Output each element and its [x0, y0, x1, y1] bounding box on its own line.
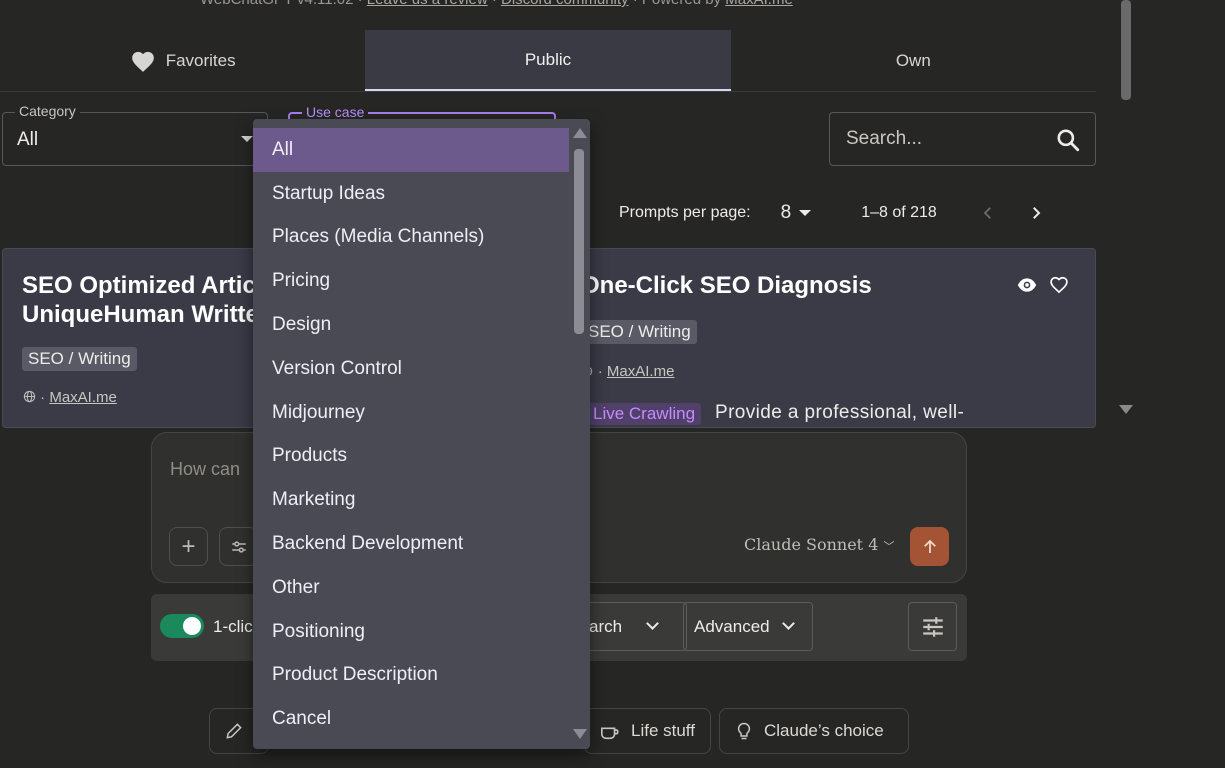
card-description: Provide a professional, well- — [715, 402, 965, 423]
card-meta: · MaxAI.me — [23, 389, 117, 406]
advanced-select[interactable]: Advanced — [683, 602, 813, 651]
arrow-up-icon — [923, 539, 936, 553]
sliders-icon — [231, 540, 246, 553]
usecase-option[interactable]: Cancel — [253, 697, 569, 741]
maxai-link[interactable]: MaxAI.me — [725, 0, 793, 8]
card-actions — [1017, 275, 1069, 295]
pagination: Prompts per page: 8 1–8 of 218 — [619, 202, 1075, 224]
card-title: SEO Optimized Articl UniqueHuman Writte — [22, 272, 263, 328]
settings-button[interactable] — [908, 602, 957, 651]
usecase-option[interactable]: Marketing — [253, 478, 569, 522]
usecase-options: All Startup Ideas Places (Media Channels) P… — [253, 119, 590, 741]
usecase-option[interactable]: Midjourney — [253, 391, 569, 435]
version-text: WebChatGPT v4.11.02 · — [200, 0, 363, 8]
search-placeholder: Search... — [846, 128, 923, 149]
scroll-up-arrow-icon[interactable] — [573, 128, 587, 138]
chat-placeholder: How can — [170, 459, 241, 479]
scrollbar-thumb[interactable] — [1121, 0, 1131, 100]
life-stuff-chip[interactable]: Life stuff — [584, 708, 711, 754]
live-crawling-badge: Live Crawling — [587, 403, 702, 425]
eye-icon[interactable] — [1017, 275, 1037, 295]
usecase-option[interactable]: Positioning — [253, 610, 569, 654]
per-page-select[interactable]: 8 — [781, 202, 792, 224]
scroll-down-arrow-icon[interactable] — [1119, 405, 1133, 414]
usecase-option[interactable]: All — [253, 128, 569, 172]
plus-icon: + — [181, 532, 196, 560]
add-button[interactable]: + — [169, 527, 208, 566]
one-click-toggle[interactable] — [160, 614, 204, 638]
chevron-left-icon[interactable] — [979, 204, 997, 222]
review-link[interactable]: Leave us a review — [367, 0, 488, 8]
page-range: 1–8 of 218 — [861, 204, 937, 221]
author-link[interactable]: MaxAI.me — [607, 363, 675, 380]
menu-scrollbar[interactable] — [569, 119, 590, 749]
chevron-down-icon: ﹀ — [883, 540, 895, 553]
usecase-label: Use case — [302, 104, 369, 120]
tab-public[interactable]: Public — [365, 30, 731, 91]
usecase-option[interactable]: Backend Development — [253, 522, 569, 566]
prompt-tabs: Favorites Public Own — [0, 30, 1096, 92]
page-scrollbar[interactable] — [1119, 0, 1133, 100]
per-page-label: Prompts per page: — [619, 204, 751, 221]
toggle-knob — [183, 617, 201, 635]
globe-icon — [23, 390, 36, 403]
usecase-option[interactable]: Pricing — [253, 259, 569, 303]
search-icon[interactable] — [1055, 127, 1081, 153]
chevron-down-icon — [646, 617, 659, 630]
scrollbar-thumb[interactable] — [574, 149, 584, 334]
claudes-choice-chip[interactable]: Claude’s choice — [719, 708, 909, 754]
header-links: WebChatGPT v4.11.02 · Leave us a review … — [200, 0, 793, 8]
card-meta: ⊕ · MaxAI.me — [581, 362, 674, 380]
usecase-option[interactable]: Places (Media Channels) — [253, 216, 569, 260]
chevron-down-icon — [781, 617, 795, 630]
discord-link[interactable]: Discord community — [501, 0, 629, 8]
tab-own[interactable]: Own — [731, 30, 1096, 91]
author-link[interactable]: MaxAI.me — [49, 389, 117, 406]
scroll-down-arrow-icon[interactable] — [573, 729, 587, 739]
dropdown-arrow-icon — [241, 136, 253, 142]
category-value: All — [17, 129, 39, 150]
coffee-icon — [601, 727, 619, 740]
usecase-dropdown-menu: All Startup Ideas Places (Media Channels) P… — [253, 119, 590, 749]
tab-favorites[interactable]: Favorites — [0, 30, 365, 91]
tab-label: Favorites — [165, 50, 236, 70]
tab-label: Own — [895, 50, 931, 70]
heart-icon — [131, 51, 154, 72]
usecase-option[interactable]: Product Description — [253, 654, 569, 698]
usecase-option[interactable]: Products — [253, 435, 569, 479]
pencil-icon — [226, 723, 242, 739]
category-select[interactable]: Category All — [2, 103, 268, 166]
chevron-right-icon[interactable] — [1027, 204, 1045, 222]
tune-icon — [922, 616, 943, 637]
category-label: Category — [15, 103, 80, 119]
usecase-option[interactable]: Version Control — [253, 347, 569, 391]
card-tag[interactable]: SEO / Writing — [22, 347, 137, 371]
usecase-option[interactable]: Other — [253, 566, 569, 610]
usecase-option[interactable]: Design — [253, 303, 569, 347]
toggle-label: 1-clic — [213, 617, 253, 636]
search-input[interactable]: Search... — [829, 112, 1096, 166]
heart-outline-icon[interactable] — [1049, 275, 1069, 295]
card-title: One-Click SEO Diagnosis — [581, 272, 872, 299]
tab-label: Public — [524, 49, 572, 69]
lightbulb-icon — [737, 722, 751, 740]
model-selector[interactable]: Claude Sonnet 4 ﹀ — [744, 535, 894, 554]
usecase-option[interactable]: Startup Ideas — [253, 172, 569, 216]
per-page-arrow-icon[interactable] — [799, 210, 812, 216]
send-button[interactable] — [910, 527, 949, 566]
card-tag[interactable]: SEO / Writing — [582, 320, 697, 344]
